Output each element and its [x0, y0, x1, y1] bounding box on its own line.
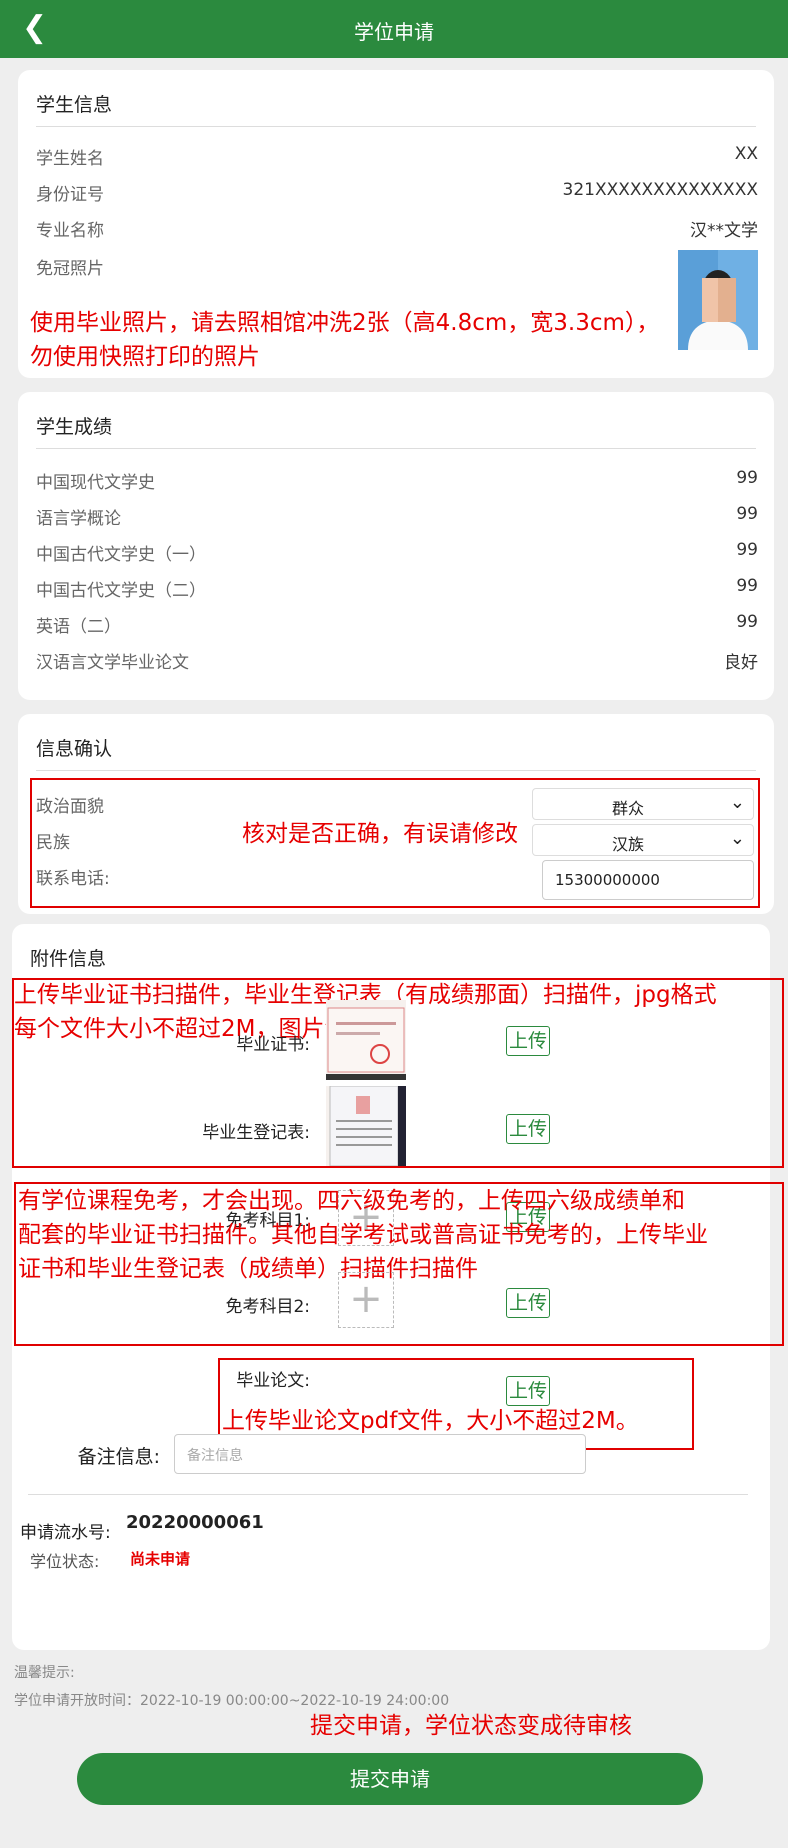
ethnic-value: 汉族 — [611, 835, 644, 854]
student-name-value: XX — [734, 144, 758, 164]
grade-label: 中国古代文学史（二） — [36, 581, 206, 601]
top-bar: ❮ 学位申请 — [0, 0, 788, 58]
serial-label: 申请流水号: — [20, 1523, 111, 1543]
exempt-annotation-line2: 配套的毕业证书扫描件。其他自学考试或普高证书免考的，上传毕业 — [18, 1222, 708, 1248]
student-info-card: 学生信息 学生姓名 XX 身份证号 321XXXXXXXXXXXXXX 专业名称… — [18, 70, 774, 378]
grade-label: 中国现代文学史 — [36, 473, 155, 493]
page-title: 学位申请 — [354, 20, 434, 44]
phone-input[interactable]: 15300000000 — [542, 860, 754, 900]
grade-value: 良好 — [724, 653, 758, 673]
id-number-value: 321XXXXXXXXXXXXXX — [562, 180, 759, 200]
diploma-annotation-line2: 每个文件大小不超过2M，图片清晰 — [14, 1016, 371, 1042]
photo-annotation-line2: 勿使用快照打印的照片 — [30, 344, 260, 370]
serial-value: 20220000061 — [126, 1512, 264, 1533]
grade-label: 英语（二） — [36, 617, 121, 637]
phone-label: 联系电话: — [36, 869, 110, 889]
divider — [36, 770, 756, 771]
grade-value: 99 — [736, 576, 758, 596]
exempt-annotation-line1: 有学位课程免考，才会出现。四六级免考的，上传四六级成绩单和 — [18, 1188, 685, 1214]
exempt-subject2-label: 免考科目2: — [225, 1297, 310, 1317]
id-number-label: 身份证号 — [36, 185, 104, 205]
diploma-label: 毕业证书: — [236, 1035, 310, 1055]
major-value: 汉**文学 — [690, 221, 758, 241]
submit-annotation: 提交申请，学位状态变成待审核 — [310, 1713, 632, 1739]
submit-button[interactable]: 提交申请 — [77, 1753, 703, 1805]
remark-label: 备注信息: — [77, 1446, 160, 1468]
tip-open-time: 学位申请开放时间：2022-10-19 00:00:00~2022-10-19 … — [14, 1693, 450, 1709]
thesis-annotation: 上传毕业论文pdf文件，大小不超过2M。 — [222, 1408, 639, 1434]
confirm-annotation: 核对是否正确，有误请修改 — [242, 821, 518, 847]
status-badge: 尚未申请 — [130, 1550, 191, 1568]
diploma-upload-button[interactable]: 上传 — [506, 1026, 550, 1056]
student-name-label: 学生姓名 — [36, 149, 104, 169]
grades-card: 学生成绩 中国现代文学史 99 语言学概论 99 中国古代文学史（一） 99 中… — [18, 392, 774, 700]
exempt-annotation-line3: 证书和毕业生登记表（成绩单）扫描件扫描件 — [18, 1256, 478, 1282]
political-status-label: 政治面貌 — [36, 797, 104, 817]
exempt-subject2-add-icon[interactable]: + — [338, 1272, 394, 1328]
student-info-title: 学生信息 — [36, 94, 113, 116]
chevron-down-icon: ⌄ — [729, 792, 745, 813]
divider — [36, 126, 756, 127]
status-label: 学位状态: — [30, 1552, 100, 1571]
grade-value: 99 — [736, 540, 758, 560]
divider — [36, 448, 756, 449]
chevron-down-icon: ⌄ — [729, 828, 745, 849]
grade-value: 99 — [736, 504, 758, 524]
thesis-label: 毕业论文: — [236, 1371, 310, 1391]
attachments-title: 附件信息 — [30, 948, 107, 970]
remark-input[interactable]: 备注信息 — [174, 1434, 586, 1474]
ethnic-select[interactable]: 汉族 ⌄ — [532, 824, 754, 856]
photo-label: 免冠照片 — [36, 259, 104, 279]
political-status-select[interactable]: 群众 ⌄ — [532, 788, 754, 820]
thesis-upload-button[interactable]: 上传 — [506, 1376, 550, 1406]
student-photo — [678, 250, 758, 350]
register-form-label: 毕业生登记表: — [202, 1123, 310, 1143]
grade-label: 汉语言文学毕业论文 — [36, 653, 189, 673]
political-status-value: 群众 — [611, 799, 644, 818]
exempt-subject2-upload-button[interactable]: 上传 — [506, 1288, 550, 1318]
register-form-thumbnail[interactable] — [326, 1086, 406, 1166]
info-confirm-title: 信息确认 — [36, 738, 113, 760]
grade-value: 99 — [736, 468, 758, 488]
grades-title: 学生成绩 — [36, 416, 113, 438]
register-form-upload-button[interactable]: 上传 — [506, 1114, 550, 1144]
grade-label: 语言学概论 — [36, 509, 121, 529]
grade-label: 中国古代文学史（一） — [36, 545, 206, 565]
tip-title: 温馨提示: — [14, 1665, 75, 1681]
photo-annotation-line1: 使用毕业照片，请去照相馆冲洗2张（高4.8cm，宽3.3cm）， — [30, 310, 660, 336]
major-label: 专业名称 — [36, 221, 104, 241]
divider — [28, 1494, 748, 1495]
diploma-thumbnail[interactable] — [326, 1000, 406, 1080]
grade-value: 99 — [736, 612, 758, 632]
ethnic-label: 民族 — [36, 833, 70, 853]
